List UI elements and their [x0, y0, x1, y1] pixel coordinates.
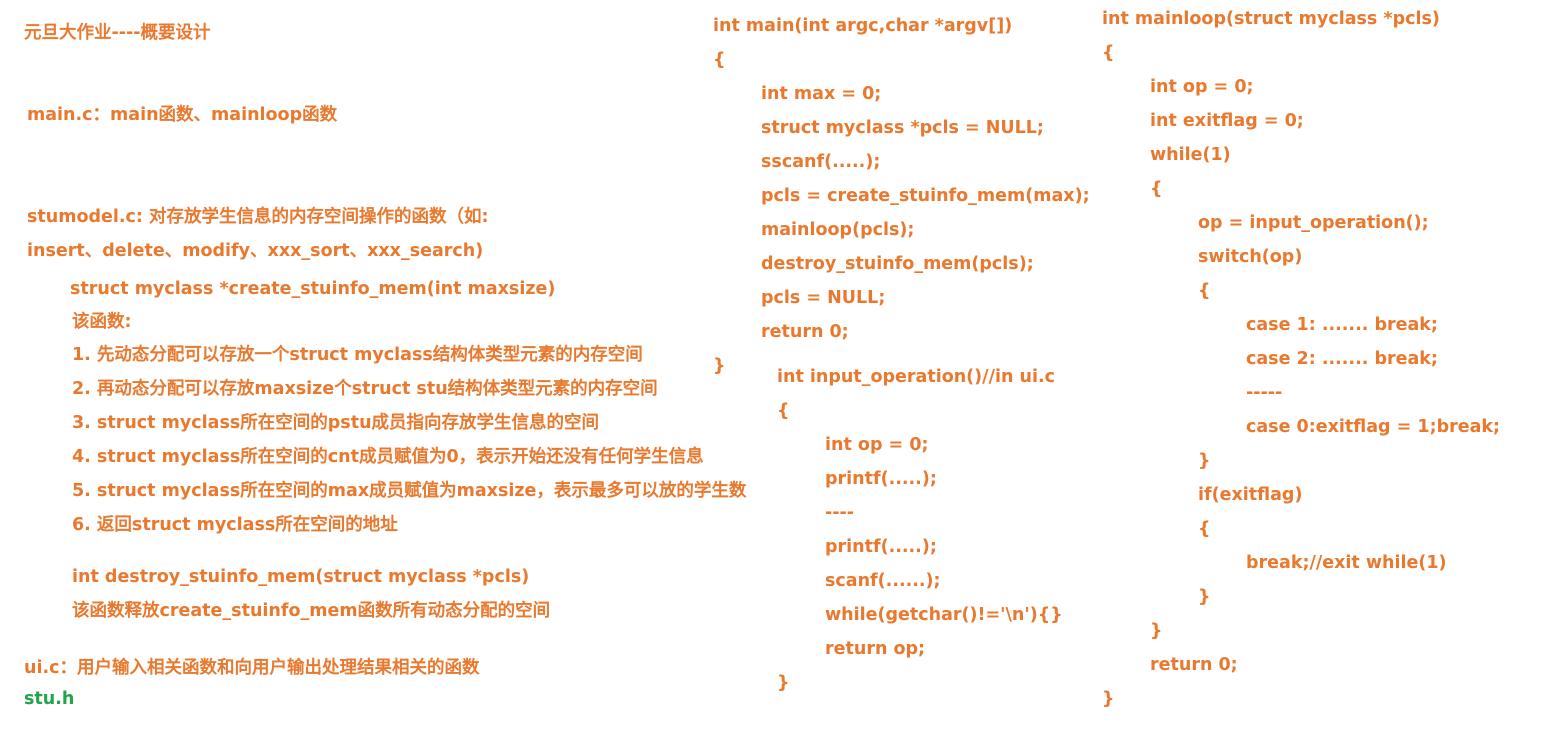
doc-title: 元旦大作业----概要设计 [24, 23, 211, 43]
code-line: ----- [1246, 383, 1283, 403]
create-func-signature: struct myclass *create_stuinfo_mem(int m… [70, 279, 556, 299]
code-line: { [1102, 43, 1115, 63]
code-line: if(exitflag) [1198, 485, 1303, 505]
code-line: int mainloop(struct myclass *pcls) [1102, 9, 1440, 29]
code-line: break;//exit while(1) [1246, 553, 1447, 573]
code-line: } [777, 673, 790, 693]
step-item: 2. 再动态分配可以存放maxsize个struct stu结构体类型元素的内存… [72, 379, 658, 399]
code-line: } [1198, 587, 1211, 607]
step-item: 4. struct myclass所在空间的cnt成员赋值为0，表示开始还没有任… [72, 447, 704, 467]
stumodel-desc-1: stumodel.c: 对存放学生信息的内存空间操作的函数（如: [27, 207, 489, 227]
code-line: struct myclass *pcls = NULL; [761, 118, 1044, 138]
code-line: { [713, 50, 726, 70]
main-c-desc: main.c：main函数、mainloop函数 [27, 105, 338, 125]
code-line: { [1198, 519, 1211, 539]
step-item: 6. 返回struct myclass所在空间的地址 [72, 515, 398, 535]
code-line: int exitflag = 0; [1150, 111, 1304, 131]
code-line: case 2: ....... break; [1246, 349, 1438, 369]
code-line: pcls = NULL; [761, 288, 886, 308]
code-line: int op = 0; [1150, 77, 1254, 97]
code-line: case 1: ....... break; [1246, 315, 1438, 335]
code-line: ---- [825, 503, 855, 523]
step-item: 3. struct myclass所在空间的pstu成员指向存放学生信息的空间 [72, 413, 600, 433]
stu-h-label: stu.h [24, 689, 75, 709]
code-line: sscanf(.....); [761, 152, 881, 172]
code-line: destroy_stuinfo_mem(pcls); [761, 254, 1034, 274]
code-line: { [1150, 179, 1163, 199]
code-line: } [1150, 621, 1163, 641]
code-line: } [1102, 689, 1115, 709]
code-line: return op; [825, 639, 926, 659]
code-line: switch(op) [1198, 247, 1303, 267]
code-line: op = input_operation(); [1198, 213, 1429, 233]
create-func-desc: 该函数: [72, 312, 132, 332]
stumodel-desc-2: insert、delete、modify、xxx_sort、xxx_search… [27, 241, 484, 261]
code-line: int op = 0; [825, 435, 929, 455]
code-line: int max = 0; [761, 84, 882, 104]
destroy-func-signature: int destroy_stuinfo_mem(struct myclass *… [72, 567, 530, 587]
code-line: { [1198, 281, 1211, 301]
code-line: int input_operation()//in ui.c [777, 367, 1055, 387]
code-line: return 0; [1150, 655, 1238, 675]
code-line: int main(int argc,char *argv[]) [713, 16, 1013, 36]
code-line: } [1198, 451, 1211, 471]
destroy-func-desc: 该函数释放create_stuinfo_mem函数所有动态分配的空间 [72, 601, 551, 621]
ui-c-desc: ui.c：用户输入相关函数和向用户输出处理结果相关的函数 [24, 658, 480, 678]
code-line: pcls = create_stuinfo_mem(max); [761, 186, 1090, 206]
code-line: printf(.....); [825, 469, 937, 489]
code-line: case 0:exitflag = 1;break; [1246, 417, 1501, 437]
code-line: return 0; [761, 322, 849, 342]
code-line: printf(.....); [825, 537, 937, 557]
code-line: while(getchar()!='\n'){} [825, 605, 1063, 625]
step-item: 5. struct myclass所在空间的max成员赋值为maxsize，表示… [72, 481, 747, 501]
code-line: scanf(......); [825, 571, 941, 591]
code-line: while(1) [1150, 145, 1231, 165]
code-line: { [777, 401, 790, 421]
code-line: mainloop(pcls); [761, 220, 915, 240]
code-line: } [713, 356, 726, 376]
step-item: 1. 先动态分配可以存放一个struct myclass结构体类型元素的内存空间 [72, 345, 643, 365]
